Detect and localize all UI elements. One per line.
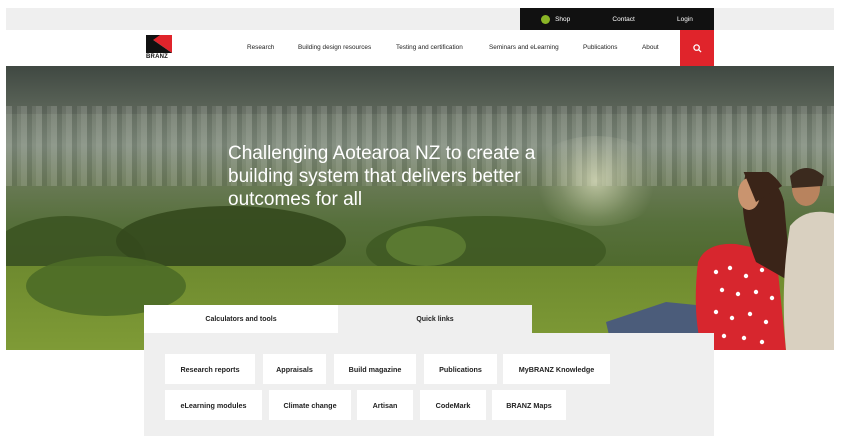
shop-icon <box>541 14 551 24</box>
branz-logo[interactable]: BRANZ <box>146 35 178 63</box>
shop-link[interactable]: Shop <box>541 14 571 24</box>
shop-label: Shop <box>555 15 571 23</box>
search-button[interactable] <box>680 30 714 66</box>
utility-bar: Shop Contact Login <box>520 8 714 30</box>
nav-building-design-resources[interactable]: Building design resources <box>298 44 371 51</box>
link-codemark[interactable]: CodeMark <box>420 390 486 420</box>
link-mybranz-knowledge[interactable]: MyBRANZ Knowledge <box>503 354 610 384</box>
contact-link[interactable]: Contact <box>612 16 634 23</box>
logo-text: BRANZ <box>146 54 168 60</box>
branz-logo-icon <box>146 35 172 53</box>
link-publications[interactable]: Publications <box>424 354 497 384</box>
nav-seminars-and-elearning[interactable]: Seminars and eLearning <box>489 44 559 51</box>
tab-bar: Calculators and tools Quick links <box>144 305 532 333</box>
nav-about[interactable]: About <box>642 44 659 51</box>
nav-research[interactable]: Research <box>247 44 274 51</box>
main-nav: BRANZ Research Building design resources… <box>6 30 834 66</box>
login-link[interactable]: Login <box>677 16 693 23</box>
tab-calculators-and-tools[interactable]: Calculators and tools <box>144 305 338 333</box>
link-branz-maps[interactable]: BRANZ Maps <box>492 390 566 420</box>
link-appraisals[interactable]: Appraisals <box>263 354 326 384</box>
link-build-magazine[interactable]: Build magazine <box>334 354 416 384</box>
search-icon <box>692 43 702 53</box>
link-artisan[interactable]: Artisan <box>357 390 413 420</box>
tab-quick-links[interactable]: Quick links <box>338 305 532 333</box>
quick-links-panel: Research reports Appraisals Build magazi… <box>144 333 714 436</box>
nav-publications[interactable]: Publications <box>583 44 617 51</box>
hero-man-figure <box>783 168 834 350</box>
link-climate-change[interactable]: Climate change <box>269 390 351 420</box>
link-elearning-modules[interactable]: eLearning modules <box>165 390 262 420</box>
hero-title: Challenging Aotearoa NZ to create a buil… <box>228 143 536 210</box>
hero-bush <box>386 226 466 266</box>
link-research-reports[interactable]: Research reports <box>165 354 255 384</box>
nav-testing-and-certification[interactable]: Testing and certification <box>396 44 463 51</box>
